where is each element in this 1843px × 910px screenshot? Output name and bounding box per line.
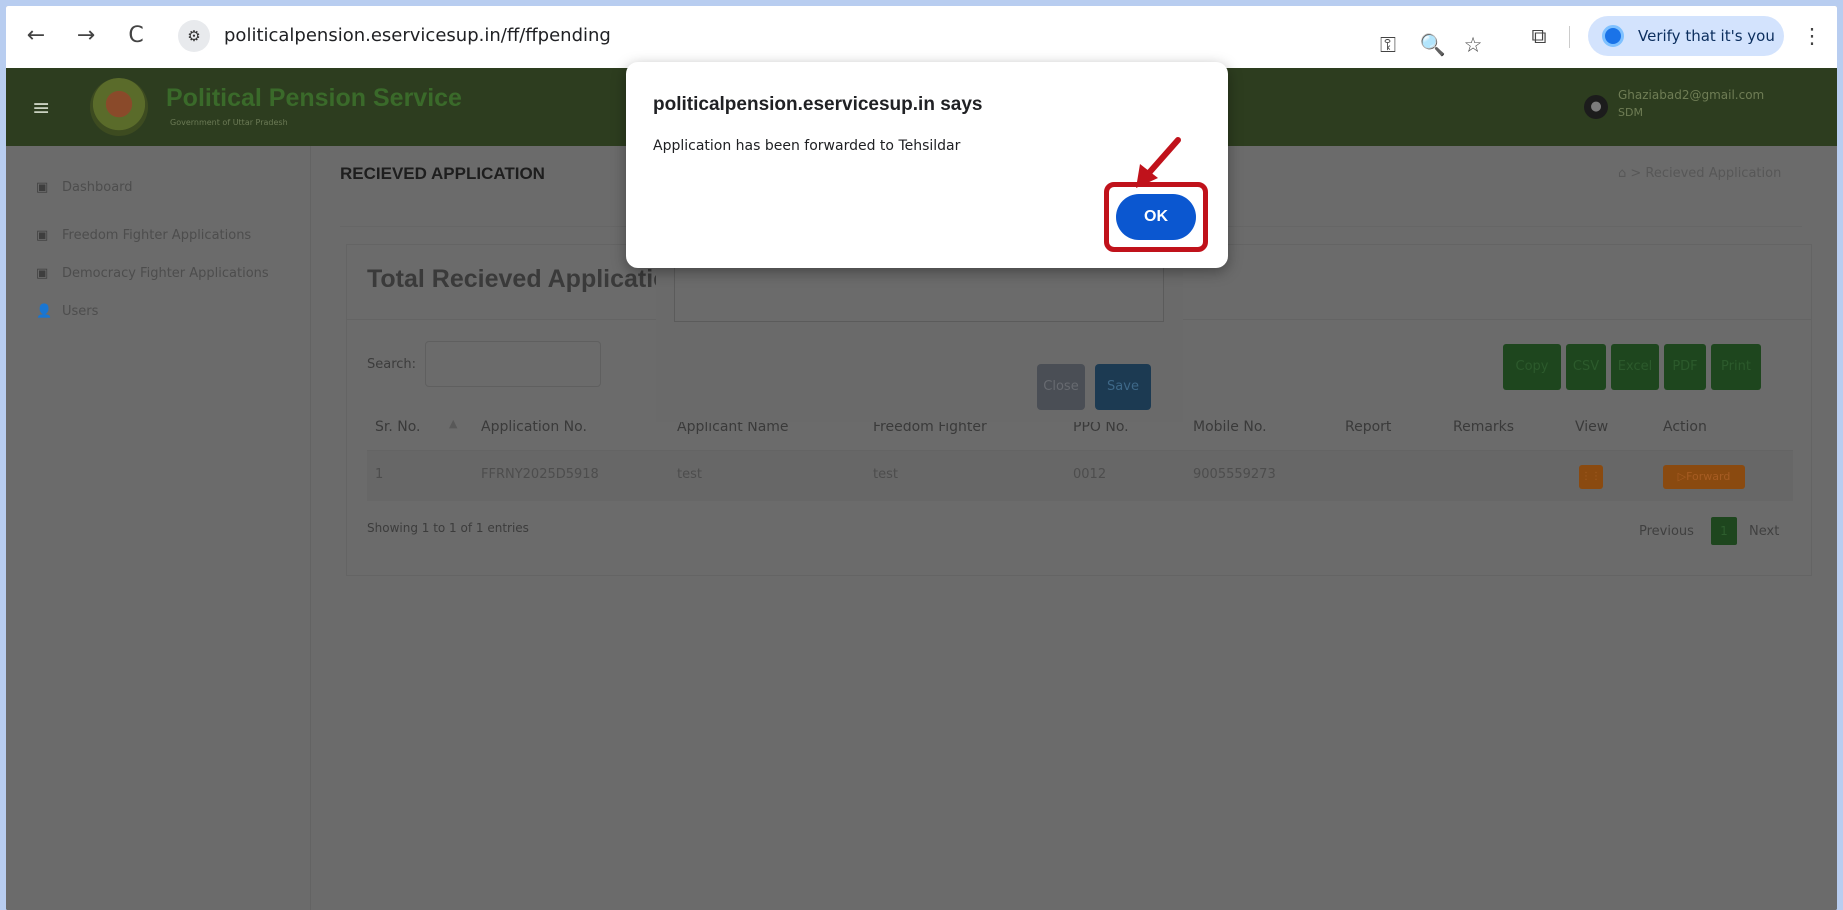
col-mobile-no[interactable]: Mobile No.	[1193, 419, 1267, 435]
forward-arrow-icon[interactable]: →	[68, 18, 104, 54]
col-sr-no[interactable]: Sr. No.	[375, 419, 421, 435]
extensions-icon[interactable]: ⧉	[1523, 20, 1555, 52]
alert-title: politicalpension.eservicesup.in says	[653, 94, 983, 115]
bookmark-star-icon[interactable]: ☆	[1458, 29, 1488, 61]
sidebar-item-label: Democracy Fighter Applications	[62, 266, 269, 281]
csv-button[interactable]: CSV	[1566, 344, 1606, 390]
modal-save-button[interactable]: Save	[1095, 364, 1151, 410]
cell-freedom-fighter: test	[873, 467, 898, 482]
col-remarks[interactable]: Remarks	[1453, 419, 1514, 435]
verify-identity-button[interactable]: Verify that it's you	[1588, 16, 1784, 56]
forward-button[interactable]: ▷Forward	[1663, 465, 1745, 489]
cell-sr-no: 1	[375, 467, 384, 482]
address-bar[interactable]: ⚙ politicalpension.eservicesup.in/ff/ffp…	[168, 15, 1506, 57]
sidebar-divider	[310, 146, 311, 910]
app-logo	[90, 78, 148, 136]
user-avatar-icon[interactable]: ●	[1584, 95, 1608, 119]
print-button[interactable]: Print	[1711, 344, 1761, 390]
card-title: Total Recieved Applications	[367, 265, 698, 293]
col-application-no[interactable]: Application No.	[481, 419, 587, 435]
next-page-link[interactable]: Next	[1749, 524, 1779, 539]
copy-button[interactable]: Copy	[1503, 344, 1561, 390]
sidebar-item-dashboard[interactable]: ▣ Dashboard	[36, 180, 133, 195]
sidebar-item-label: Freedom Fighter Applications	[62, 228, 252, 243]
zoom-icon[interactable]: 🔍	[1418, 29, 1448, 61]
sidebar-item-label: Dashboard	[62, 180, 133, 195]
list-icon: ▣	[36, 228, 49, 243]
url-text[interactable]: politicalpension.eservicesup.in/ff/ffpen…	[224, 25, 611, 46]
browser-menu-icon[interactable]: ⋮	[1800, 20, 1824, 52]
col-report[interactable]: Report	[1345, 419, 1391, 435]
user-email[interactable]: Ghaziabad2@gmail.com	[1618, 88, 1764, 102]
cell-mobile-no: 9005559273	[1193, 467, 1276, 482]
reload-icon[interactable]: C	[118, 18, 154, 54]
app-title: Political Pension Service	[166, 84, 462, 112]
breadcrumb[interactable]: ⌂ > Recieved Application	[1618, 166, 1781, 181]
modal-close-button[interactable]: Close	[1037, 364, 1085, 410]
sort-asc-icon[interactable]: ▲	[449, 417, 457, 430]
user-icon: 👤	[36, 304, 53, 319]
cell-ppo-no: 0012	[1073, 467, 1107, 482]
cell-applicant-name: test	[677, 467, 702, 482]
user-role: SDM	[1618, 106, 1643, 119]
sidebar-item-freedom-fighter[interactable]: ▣ Freedom Fighter Applications	[36, 228, 251, 243]
browser-alert-dialog: politicalpension.eservicesup.in says App…	[626, 62, 1228, 268]
previous-page-link[interactable]: Previous	[1639, 524, 1694, 539]
password-key-icon[interactable]: ⚿	[1373, 29, 1403, 61]
toolbar-divider	[1569, 26, 1570, 48]
pdf-button[interactable]: PDF	[1664, 344, 1706, 390]
verify-label: Verify that it's you	[1638, 27, 1775, 45]
sidebar-item-label: Users	[62, 304, 99, 319]
search-input[interactable]	[425, 341, 601, 387]
sidebar: ▣ Dashboard ▣ Freedom Fighter Applications…	[6, 146, 310, 910]
cell-application-no: FFRNY2025D5918	[481, 467, 599, 482]
entries-info: Showing 1 to 1 of 1 entries	[367, 521, 529, 535]
sidebar-item-democracy-fighter[interactable]: ▣ Democracy Fighter Applications	[36, 266, 269, 281]
hamburger-menu-icon[interactable]: ≡	[32, 96, 50, 121]
col-view[interactable]: View	[1575, 419, 1608, 435]
profile-icon	[1602, 25, 1624, 47]
table-row: 1 FFRNY2025D5918 test test 0012 90055592…	[367, 451, 1793, 501]
page-1-button[interactable]: 1	[1711, 517, 1737, 545]
dashboard-icon: ▣	[36, 180, 49, 195]
page-title: RECIEVED APPLICATION	[340, 164, 545, 183]
alert-message: Application has been forwarded to Tehsil…	[653, 138, 961, 154]
view-grid-icon[interactable]: ⋮⋮	[1579, 465, 1603, 489]
browser-toolbar: ← → C ⚙ politicalpension.eservicesup.in/…	[6, 6, 1837, 68]
forward-remarks-modal: Close Save	[656, 262, 1183, 422]
site-info-icon[interactable]: ⚙	[178, 20, 210, 52]
sidebar-item-users[interactable]: 👤 Users	[36, 304, 98, 319]
col-action[interactable]: Action	[1663, 419, 1707, 435]
app-subtitle: Government of Uttar Pradesh	[170, 118, 288, 127]
back-arrow-icon[interactable]: ←	[18, 18, 54, 54]
excel-button[interactable]: Excel	[1611, 344, 1659, 390]
screenshot-frame: ← → C ⚙ politicalpension.eservicesup.in/…	[6, 6, 1837, 910]
search-label: Search:	[367, 357, 417, 372]
alert-ok-button[interactable]: OK	[1116, 194, 1196, 240]
list-icon: ▣	[36, 266, 49, 281]
remarks-textarea[interactable]	[674, 262, 1164, 322]
